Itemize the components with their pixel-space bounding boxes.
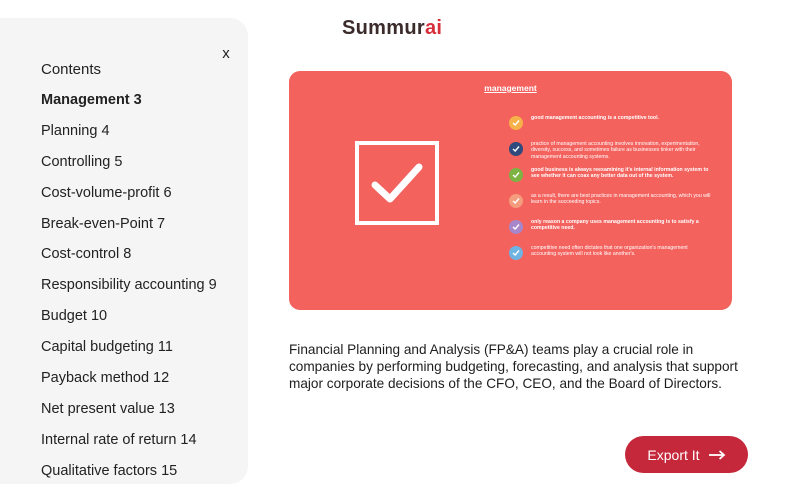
description-text: Financial Planning and Analysis (FP&A) t… (289, 342, 738, 391)
check-circle-icon (509, 220, 523, 234)
toc-item-break-even-point[interactable]: Break-even-Point 7 (41, 215, 217, 246)
close-sidebar-button[interactable]: x (218, 46, 234, 62)
contents-sidebar: x Contents Management 3 Planning 4 Contr… (0, 18, 248, 484)
slide-bullet-list: good management accounting is a competit… (509, 115, 714, 271)
slide-bullet-text: competitive need often dictates that one… (531, 245, 688, 258)
toc-list: Management 3 Planning 4 Controlling 5 Co… (41, 91, 217, 493)
slide-bullet: practice of management accounting involv… (509, 141, 714, 167)
slide-bullet-text: good management accounting is a competit… (531, 115, 659, 121)
toc-item-controlling[interactable]: Controlling 5 (41, 153, 217, 184)
toc-item-qualitative-factors[interactable]: Qualitative factors 15 (41, 462, 217, 493)
toc-item-cost-volume-profit[interactable]: Cost-volume-profit 6 (41, 184, 217, 215)
slide-bullet: only reason a company uses management ac… (509, 219, 714, 245)
slide-bullet: as a result, there are best practices in… (509, 193, 714, 219)
toc-item-management[interactable]: Management 3 (41, 91, 217, 122)
check-circle-icon (509, 168, 523, 182)
toc-item-responsibility-accounting[interactable]: Responsibility accounting 9 (41, 276, 217, 307)
slide-bullet-text: only reason a company uses management ac… (531, 219, 699, 232)
logo-main-text: Summur (342, 17, 425, 39)
check-circle-icon (509, 194, 523, 208)
slide-bullet: good business is always reexamining it's… (509, 167, 714, 193)
slide-bullet: good management accounting is a competit… (509, 115, 714, 141)
logo-accent-text: ai (424, 17, 443, 39)
toc-item-net-present-value[interactable]: Net present value 13 (41, 400, 217, 431)
slide-bullet-text: good business is always reexamining it's… (531, 167, 709, 180)
toc-item-payback-method[interactable]: Payback method 12 (41, 369, 217, 400)
arrow-right-icon (708, 447, 726, 463)
slide-preview: management good management accounting is… (289, 71, 732, 310)
export-button[interactable]: Export It (625, 436, 748, 473)
slide-bullet-text: practice of management accounting involv… (531, 141, 700, 160)
slide-bullet-text: as a result, there are best practices in… (531, 193, 711, 206)
summurai-logo: Summurai (342, 17, 442, 40)
check-circle-icon (509, 246, 523, 260)
toc-item-cost-control[interactable]: Cost-control 8 (41, 245, 217, 276)
slide-bullet: competitive need often dictates that one… (509, 245, 714, 271)
check-circle-icon (509, 142, 523, 156)
toc-item-capital-budgeting[interactable]: Capital budgeting 11 (41, 338, 217, 369)
toc-item-internal-rate-of-return[interactable]: Internal rate of return 14 (41, 431, 217, 462)
export-button-label: Export It (647, 446, 700, 463)
check-circle-icon (509, 116, 523, 130)
toc-item-budget[interactable]: Budget 10 (41, 307, 217, 338)
contents-title: Contents (41, 61, 102, 78)
toc-item-planning[interactable]: Planning 4 (41, 122, 217, 153)
slide-title: management (484, 83, 537, 93)
checkbox-check-icon (355, 141, 439, 225)
